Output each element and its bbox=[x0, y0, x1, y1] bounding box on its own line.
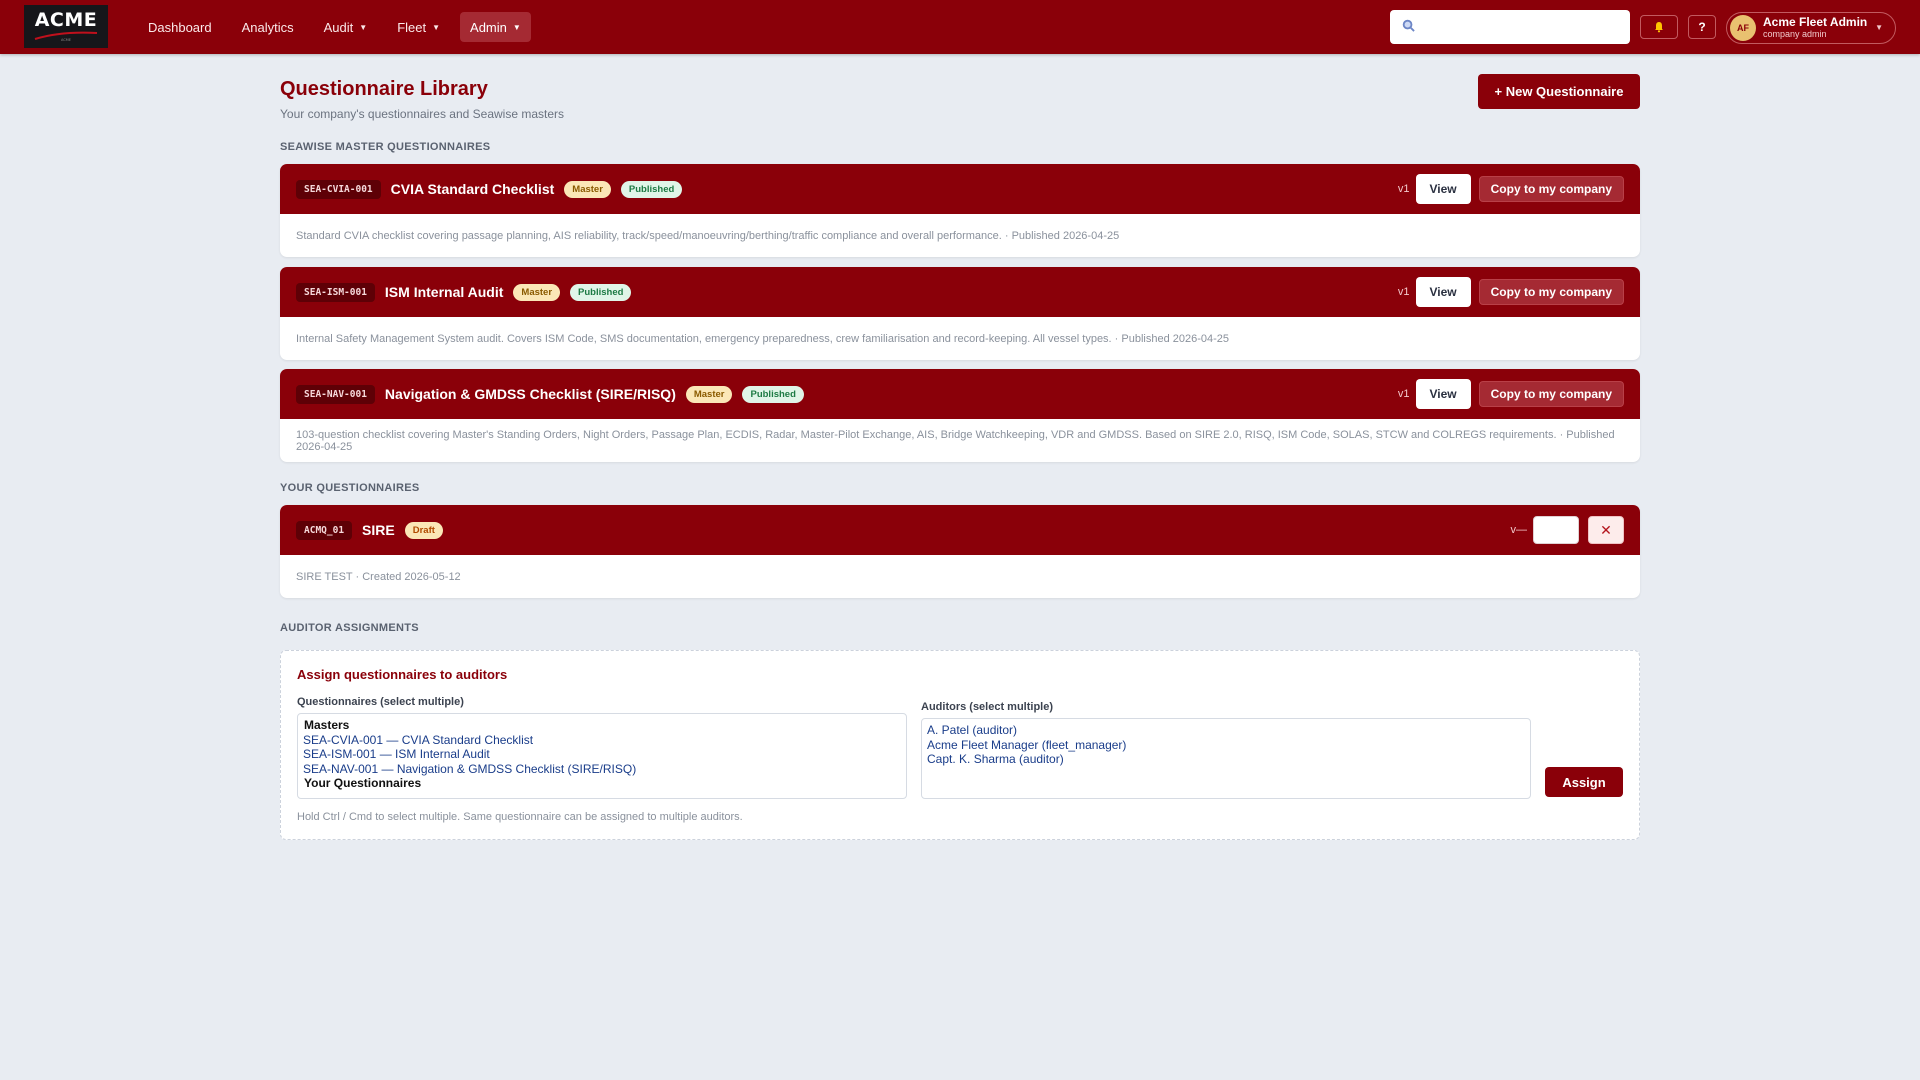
questionnaire-code: ACMQ_01 bbox=[296, 520, 353, 540]
nav-dashboard-label: Dashboard bbox=[148, 19, 212, 35]
optgroup-your-questionnaires: Your Questionnaires bbox=[304, 776, 422, 790]
draft-badge: Draft bbox=[404, 521, 443, 539]
published-badge: Published bbox=[742, 385, 804, 403]
global-search[interactable] bbox=[1390, 10, 1630, 44]
card-actions: v1 View Copy to my company bbox=[1398, 267, 1624, 317]
copy-to-company-button[interactable]: Copy to my company bbox=[1478, 176, 1624, 202]
nav-analytics-label: Analytics bbox=[241, 19, 294, 35]
questionnaire-card: SEA-ISM-001 ISM Internal Audit Master Pu… bbox=[280, 267, 1640, 360]
nav-audit-label: Audit bbox=[323, 19, 354, 35]
svg-text:ACME: ACME bbox=[61, 38, 71, 42]
help-button[interactable]: ? bbox=[1688, 15, 1716, 39]
page-title: Questionnaire Library bbox=[280, 78, 488, 100]
questionnaire-code: SEA-ISM-001 bbox=[296, 282, 375, 302]
card-header: SEA-NAV-001 Navigation & GMDSS Checklist… bbox=[280, 369, 1640, 419]
questionnaire-description: 103-question checklist covering Master's… bbox=[296, 428, 1615, 453]
nav-dashboard[interactable]: Dashboard bbox=[138, 12, 222, 42]
questionnaire-title: Navigation & GMDSS Checklist (SIRE/RISQ) bbox=[384, 386, 676, 402]
questionnaire-card: SEA-NAV-001 Navigation & GMDSS Checklist… bbox=[280, 369, 1640, 462]
questionnaires-field-label: Questionnaires (select multiple) bbox=[297, 696, 464, 708]
master-badge: Master bbox=[685, 385, 733, 403]
search-input[interactable] bbox=[1423, 12, 1623, 42]
auditors-multiselect[interactable]: A. Patel (auditor) Acme Fleet Manager (f… bbox=[921, 718, 1531, 799]
questionnaire-description: Internal Safety Management System audit.… bbox=[296, 332, 1230, 345]
questionnaire-description: Standard CVIA checklist covering passage… bbox=[296, 229, 1120, 242]
view-button[interactable]: View bbox=[1415, 379, 1471, 409]
questionnaire-description: SIRE TEST · Created 2026-05-12 bbox=[296, 570, 461, 583]
chevron-down-icon: ▼ bbox=[512, 22, 521, 32]
nav-fleet-label: Fleet bbox=[397, 19, 427, 35]
auditor-option[interactable]: Capt. K. Sharma (auditor) bbox=[927, 752, 1525, 767]
main-nav: Dashboard Analytics Audit ▼ Fleet ▼ Admin ▼ bbox=[138, 12, 539, 42]
assign-button[interactable]: Assign bbox=[1545, 767, 1623, 797]
card-actions: v1 View Copy to my company bbox=[1398, 369, 1624, 419]
published-badge: Published bbox=[570, 283, 632, 301]
master-badge: Master bbox=[564, 180, 611, 198]
section-label-yours: YOUR QUESTIONNAIRES bbox=[280, 482, 420, 494]
card-actions: v1 View Copy to my company bbox=[1398, 164, 1624, 214]
master-badge: Master bbox=[513, 283, 561, 301]
nav-audit[interactable]: Audit ▼ bbox=[314, 12, 378, 42]
logo-swoosh-icon: ACME bbox=[34, 31, 98, 42]
version-label: v1 bbox=[1397, 388, 1410, 400]
published-badge: Published bbox=[620, 180, 683, 198]
copy-to-company-button[interactable]: Copy to my company bbox=[1478, 381, 1624, 407]
auditor-option[interactable]: Acme Fleet Manager (fleet_manager) bbox=[927, 738, 1525, 753]
bell-icon bbox=[1655, 22, 1663, 33]
top-navbar: ACME ACME Dashboard Analytics Audit ▼ Fle… bbox=[0, 0, 1920, 54]
card-header: SEA-CVIA-001 CVIA Standard Checklist Mas… bbox=[280, 164, 1640, 214]
questionnaires-multiselect[interactable]: Masters SEA-CVIA-001 — CVIA Standard Che… bbox=[297, 713, 907, 799]
help-icon: ? bbox=[1698, 20, 1706, 34]
card-header: ACMQ_01 SIRE Draft v— ✕ bbox=[280, 505, 1640, 555]
chevron-down-icon: ▼ bbox=[359, 22, 368, 32]
delete-button[interactable]: ✕ bbox=[1588, 516, 1624, 544]
version-label: v1 bbox=[1397, 183, 1410, 195]
view-button[interactable]: View bbox=[1415, 277, 1471, 307]
questionnaire-option[interactable]: SEA-ISM-001 — ISM Internal Audit bbox=[303, 747, 901, 762]
new-questionnaire-button[interactable]: + New Questionnaire bbox=[1478, 74, 1640, 109]
questionnaire-code: SEA-CVIA-001 bbox=[296, 179, 381, 199]
nav-fleet[interactable]: Fleet ▼ bbox=[387, 12, 450, 42]
search-icon bbox=[1402, 19, 1415, 35]
auditor-option[interactable]: A. Patel (auditor) bbox=[927, 723, 1525, 738]
logo-text: ACME bbox=[34, 9, 98, 31]
page-subtitle: Your company's questionnaires and Seawis… bbox=[280, 107, 565, 121]
auditor-assignment-panel: Assign questionnaires to auditors Questi… bbox=[280, 650, 1640, 840]
nav-analytics[interactable]: Analytics bbox=[232, 12, 304, 42]
section-label-masters: SEAWISE MASTER QUESTIONNAIRES bbox=[280, 141, 491, 153]
version-label: v— bbox=[1510, 524, 1528, 536]
card-header: SEA-ISM-001 ISM Internal Audit Master Pu… bbox=[280, 267, 1640, 317]
close-icon: ✕ bbox=[1600, 521, 1612, 538]
section-label-assignments: AUDITOR ASSIGNMENTS bbox=[280, 622, 419, 634]
acme-logo[interactable]: ACME ACME bbox=[24, 5, 108, 48]
copy-to-company-button[interactable]: Copy to my company bbox=[1478, 279, 1624, 305]
notifications-button[interactable] bbox=[1640, 15, 1678, 39]
questionnaire-title: ISM Internal Audit bbox=[384, 284, 504, 300]
questionnaire-card: ACMQ_01 SIRE Draft v— ✕ SIRE TEST · Crea… bbox=[280, 505, 1640, 598]
questionnaire-code: SEA-NAV-001 bbox=[296, 384, 375, 404]
questionnaire-title: SIRE bbox=[362, 522, 395, 538]
card-actions: v— ✕ bbox=[1510, 505, 1624, 555]
chevron-down-icon: ▼ bbox=[1875, 23, 1883, 32]
nav-admin[interactable]: Admin ▼ bbox=[460, 12, 531, 42]
edit-button[interactable] bbox=[1533, 516, 1579, 544]
nav-admin-label: Admin bbox=[470, 19, 507, 35]
user-menu[interactable]: AF Acme Fleet Admin company admin ▼ bbox=[1726, 12, 1896, 44]
questionnaire-card: SEA-CVIA-001 CVIA Standard Checklist Mas… bbox=[280, 164, 1640, 257]
chevron-down-icon: ▼ bbox=[432, 22, 441, 32]
user-name: Acme Fleet Admin bbox=[1763, 15, 1868, 30]
auditors-field-label: Auditors (select multiple) bbox=[921, 701, 1054, 713]
assign-title: Assign questionnaires to auditors bbox=[297, 667, 508, 682]
questionnaire-option[interactable]: SEA-NAV-001 — Navigation & GMDSS Checkli… bbox=[303, 762, 901, 777]
optgroup-masters: Masters bbox=[304, 718, 350, 732]
assign-hint: Hold Ctrl / Cmd to select multiple. Same… bbox=[297, 811, 743, 823]
view-button[interactable]: View bbox=[1415, 174, 1471, 204]
questionnaire-title: CVIA Standard Checklist bbox=[390, 181, 555, 197]
user-info: Acme Fleet Admin company admin bbox=[1763, 16, 1867, 39]
version-label: v1 bbox=[1397, 286, 1410, 298]
questionnaire-option[interactable]: SEA-CVIA-001 — CVIA Standard Checklist bbox=[303, 733, 901, 748]
avatar: AF bbox=[1730, 15, 1756, 41]
user-role: company admin bbox=[1763, 28, 1827, 39]
